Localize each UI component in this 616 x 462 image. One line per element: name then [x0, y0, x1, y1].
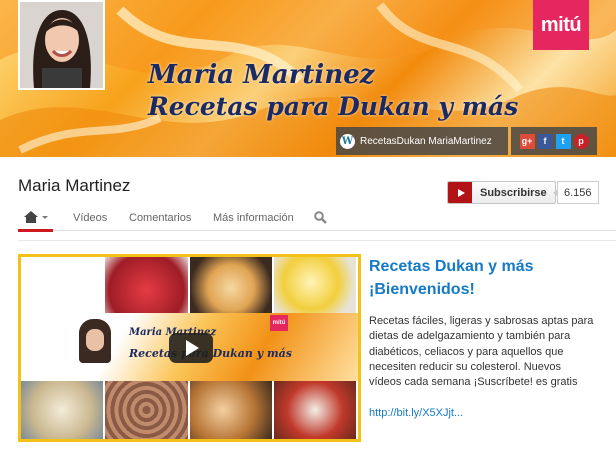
subscribe-label: Subscribirse: [480, 186, 547, 199]
play-button[interactable]: [169, 333, 213, 363]
channel-page: mitú Maria Martinez Recetas para Dukan y…: [0, 0, 616, 462]
facebook-icon[interactable]: f: [537, 133, 553, 149]
chevron-down-icon: [41, 215, 48, 219]
google-plus-icon[interactable]: g+: [519, 133, 535, 149]
thumbnail-bottom-collage: [21, 381, 358, 439]
channel-name: Maria Martinez: [18, 176, 131, 195]
channel-banner: mitú Maria Martinez Recetas para Dukan y…: [0, 0, 616, 157]
featured-description: Recetas fáciles, ligeras y sabrosas apta…: [369, 315, 594, 389]
tab-home[interactable]: [18, 205, 53, 232]
thumbnail-top-collage: [21, 257, 358, 313]
banner-subtitle: Recetas para Dukan y más: [148, 92, 519, 121]
section-divider: [18, 240, 616, 241]
pinterest-icon[interactable]: p: [573, 133, 589, 149]
channel-tabs: Vídeos Comentarios Más información: [18, 205, 616, 232]
youtube-icon: [448, 182, 472, 203]
banner-title: Maria Martinez: [148, 60, 375, 90]
channel-avatar[interactable]: [18, 0, 105, 90]
tab-about[interactable]: Más información: [213, 205, 294, 231]
thumbnail-brand: mitú: [270, 315, 288, 331]
tab-comments[interactable]: Comentarios: [129, 205, 191, 231]
featured-link[interactable]: http://bit.ly/X5XJjt...: [369, 407, 463, 419]
wordpress-icon: W: [340, 133, 355, 149]
play-icon: [186, 340, 199, 356]
home-icon: [23, 211, 38, 223]
brand-logo: mitú: [533, 0, 589, 50]
banner-social-links: g+ f t p: [511, 127, 597, 155]
featured-title[interactable]: Recetas Dukan y más: [369, 258, 534, 276]
subscribe-button[interactable]: Subscribirse: [447, 181, 556, 204]
twitter-icon[interactable]: t: [555, 133, 571, 149]
subscriber-count: 6.156: [553, 181, 599, 204]
search-icon[interactable]: [314, 211, 327, 224]
featured-subtitle[interactable]: ¡Bienvenidos!: [369, 281, 475, 299]
blog-link-text: RecetasDukan MariaMartinez: [360, 135, 492, 147]
featured-video-player[interactable]: Maria Martinez Recetas para Dukan y más …: [18, 254, 361, 442]
tab-videos[interactable]: Vídeos: [73, 205, 107, 231]
banner-blog-link[interactable]: W RecetasDukan MariaMartinez: [336, 127, 508, 155]
